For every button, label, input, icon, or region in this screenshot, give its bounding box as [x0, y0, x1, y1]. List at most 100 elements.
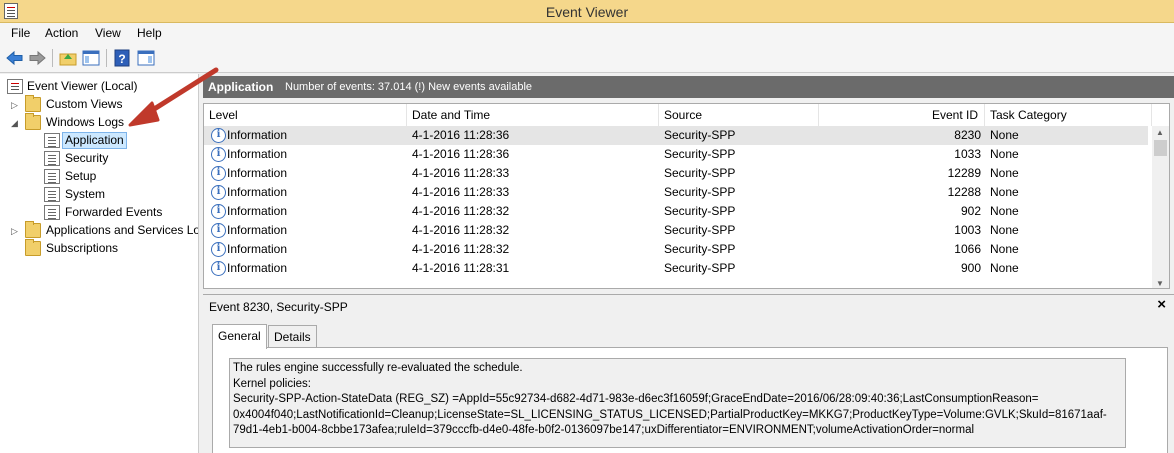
tree-item-system[interactable]: System: [0, 186, 198, 204]
table-row[interactable]: i Information 4-1-2016 11:28:33 Security-SP…: [204, 164, 1148, 183]
menu-file[interactable]: File: [11, 26, 30, 40]
scroll-up-icon[interactable]: ▲: [1156, 128, 1164, 137]
window-title: Event Viewer: [545, 4, 629, 20]
tree-item-application[interactable]: Application: [0, 132, 198, 150]
message-line: Security-SPP-Action-StateData (REG_SZ) =…: [233, 393, 1039, 405]
cell-datetime: 4-1-2016 11:28:33: [412, 166, 510, 180]
cell-level: Information: [227, 185, 288, 199]
column-header-task-category[interactable]: Task Category: [985, 104, 1152, 126]
table-row[interactable]: i Information 4-1-2016 11:28:32 Security-SP…: [204, 221, 1148, 240]
cell-level: Information: [227, 204, 288, 218]
toolbar: ?: [0, 44, 1174, 73]
message-line: 79d1-4eb1-b004-8cbbe173afea;ruleId=379cc…: [233, 424, 975, 436]
information-icon: i: [211, 185, 226, 200]
tab-details[interactable]: Details: [268, 325, 317, 347]
folder-icon: [25, 95, 41, 112]
folder-up-icon[interactable]: [58, 48, 78, 68]
cell-event-id: 902: [960, 204, 981, 218]
tree-item-custom-views[interactable]: ▷ Custom Views: [0, 95, 198, 114]
general-tab-body: The rules engine successfully re-evaluat…: [212, 347, 1168, 453]
tree-item-label: Forwarded Events: [65, 205, 163, 219]
cell-source: Security-SPP: [664, 166, 736, 180]
tree-item-setup[interactable]: Setup: [0, 168, 198, 186]
tab-general[interactable]: General: [212, 324, 267, 349]
tree-item-windows-logs[interactable]: ◢ Windows Logs: [0, 113, 198, 132]
expand-arrow-icon[interactable]: ▷: [11, 100, 19, 110]
cell-level: Information: [227, 147, 288, 161]
tree-item-root[interactable]: Event Viewer (Local): [0, 78, 198, 96]
log-icon: [44, 133, 60, 148]
table-row[interactable]: i Information 4-1-2016 11:28:36 Security-SP…: [204, 145, 1148, 164]
tree-item-applications-and-services[interactable]: ▷ Applications and Services Lo: [0, 221, 198, 240]
table-row[interactable]: i Information 4-1-2016 11:28:32 Security-SP…: [204, 240, 1148, 259]
cell-event-id: 1066: [954, 242, 981, 256]
folder-icon: [25, 221, 41, 238]
information-icon: i: [211, 223, 226, 238]
close-icon[interactable]: ×: [1157, 296, 1166, 313]
cell-source: Security-SPP: [664, 204, 736, 218]
message-line: The rules engine successfully re-evaluat…: [233, 362, 523, 374]
event-message-box[interactable]: The rules engine successfully re-evaluat…: [229, 358, 1126, 448]
table-row[interactable]: i Information 4-1-2016 11:28:36 Security-SP…: [204, 126, 1148, 145]
tree-item-label: Security: [65, 151, 109, 165]
log-icon: [44, 205, 60, 220]
table-row[interactable]: i Information 4-1-2016 11:28:31 Security-SP…: [204, 259, 1148, 278]
expand-arrow-icon[interactable]: ▷: [11, 226, 19, 236]
column-header-date-time[interactable]: Date and Time: [407, 104, 659, 126]
cell-datetime: 4-1-2016 11:28:32: [412, 242, 510, 256]
collapse-arrow-icon[interactable]: ◢: [11, 118, 19, 128]
show-hide-pane-icon[interactable]: [81, 48, 101, 68]
tree-item-security[interactable]: Security: [0, 150, 198, 168]
menu-view[interactable]: View: [95, 26, 121, 40]
cell-level: Information: [227, 261, 288, 275]
cell-category: None: [990, 223, 1019, 237]
title-bar: Event Viewer: [0, 0, 1174, 23]
back-arrow-icon[interactable]: [5, 48, 25, 68]
subscriptions-icon: [25, 239, 41, 256]
cell-datetime: 4-1-2016 11:28:31: [412, 261, 510, 275]
cell-datetime: 4-1-2016 11:28:32: [412, 204, 510, 218]
column-header-source[interactable]: Source: [659, 104, 819, 126]
log-header-strip: Application Number of events: 37.014 (!)…: [203, 76, 1174, 98]
action-pane-icon[interactable]: [136, 48, 156, 68]
events-scrollbar[interactable]: ▲ ▼: [1152, 126, 1169, 288]
log-icon: [44, 187, 60, 202]
tree-item-label: Setup: [65, 169, 97, 183]
cell-event-id: 1003: [954, 223, 981, 237]
cell-source: Security-SPP: [664, 242, 736, 256]
tree-item-label: Event Viewer (Local): [27, 79, 138, 93]
scroll-thumb[interactable]: [1154, 140, 1167, 156]
toolbar-separator: [106, 49, 107, 67]
cell-category: None: [990, 261, 1019, 275]
events-table: Level Date and Time Source Event ID Task…: [203, 103, 1170, 289]
cell-event-id: 900: [960, 261, 981, 275]
cell-source: Security-SPP: [664, 261, 736, 275]
event-detail-title: Event 8230, Security-SPP: [209, 300, 348, 314]
cell-level: Information: [227, 128, 288, 142]
table-row[interactable]: i Information 4-1-2016 11:28:32 Security-SP…: [204, 202, 1148, 221]
cell-level: Information: [227, 242, 288, 256]
table-row-partial[interactable]: [204, 278, 1148, 288]
tree-item-label: System: [65, 187, 106, 201]
menu-help[interactable]: Help: [137, 26, 162, 40]
cell-datetime: 4-1-2016 11:28:36: [412, 128, 510, 142]
cell-event-id: 12288: [947, 185, 981, 199]
table-row[interactable]: i Information 4-1-2016 11:28:33 Security-SP…: [204, 183, 1148, 202]
tree-item-label: Application: [62, 132, 127, 149]
tree-item-subscriptions[interactable]: Subscriptions: [0, 239, 198, 258]
cell-source: Security-SPP: [664, 128, 736, 142]
help-icon[interactable]: ?: [112, 48, 132, 68]
log-icon: [44, 151, 60, 166]
information-icon: i: [211, 204, 226, 219]
menu-action[interactable]: Action: [45, 26, 78, 40]
forward-arrow-icon[interactable]: [27, 48, 47, 68]
cell-category: None: [990, 204, 1019, 218]
scroll-down-icon[interactable]: ▼: [1156, 279, 1164, 288]
main-pane: Application Number of events: 37.014 (!)…: [200, 74, 1174, 453]
information-icon: i: [211, 261, 226, 276]
tree-item-forwarded-events[interactable]: Forwarded Events: [0, 204, 198, 222]
column-header-level[interactable]: Level: [204, 104, 407, 126]
event-viewer-icon: [7, 79, 23, 94]
column-header-event-id[interactable]: Event ID: [819, 104, 985, 126]
message-line: Kernel policies:: [233, 377, 311, 390]
